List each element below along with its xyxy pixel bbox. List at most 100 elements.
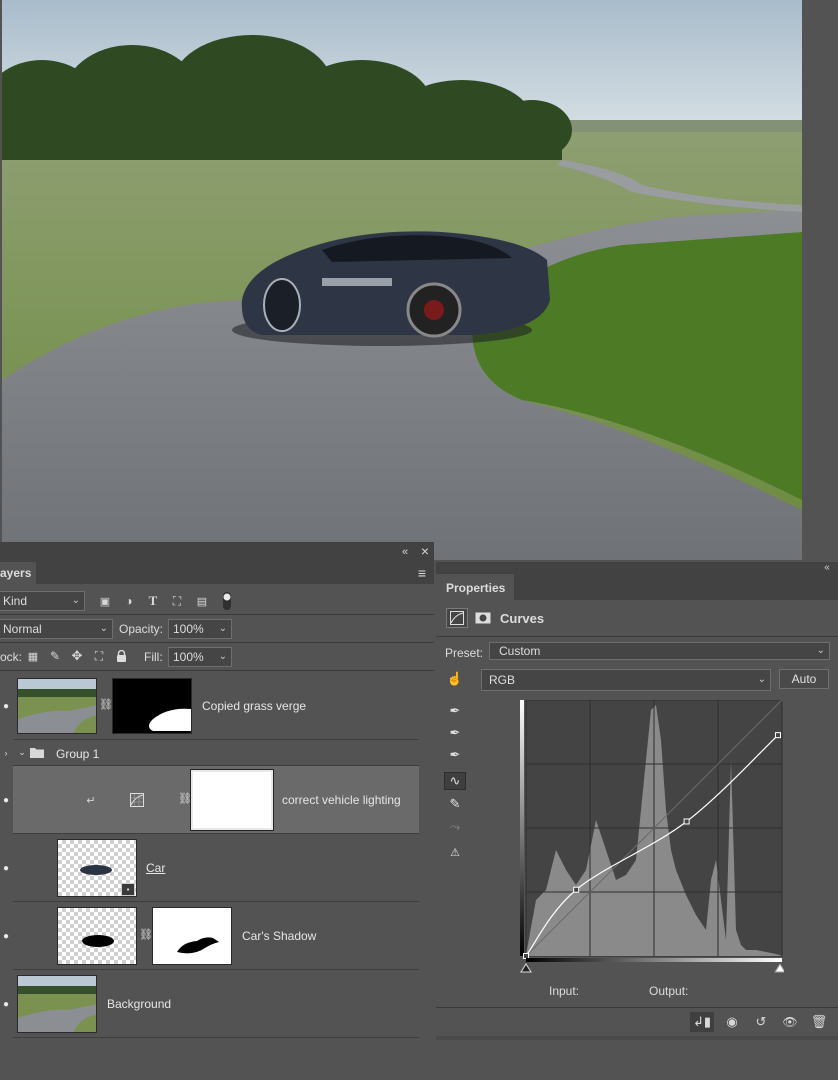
chain-link-icon[interactable]: ⛓ (178, 792, 192, 805)
collapse-icon[interactable]: « (820, 561, 834, 573)
folder-icon (29, 745, 45, 759)
clip-to-layer-icon[interactable]: ↲▮ (690, 1012, 714, 1032)
fill-field[interactable]: 100% ⌄ (168, 647, 232, 667)
fill-label: Fill: (144, 650, 163, 664)
filter-pixel-icon[interactable]: ▣ (98, 594, 112, 608)
lock-artboard-icon[interactable]: ⛶ (92, 649, 106, 663)
curve-point[interactable] (774, 732, 781, 739)
chevron-down-icon: ⌄ (218, 623, 227, 634)
sample-gray-point-icon[interactable]: ✒ (444, 724, 466, 742)
pencil-draw-icon[interactable]: ✎ (444, 795, 466, 813)
panel-menu-icon[interactable]: ≡ (414, 565, 430, 581)
layer-mask-thumbnail[interactable] (152, 907, 232, 965)
smart-object-icon: ▪ (121, 883, 135, 896)
channel-value: RGB (489, 673, 516, 687)
tab-properties-label: Properties (446, 581, 506, 595)
canvas-photo[interactable] (2, 0, 802, 560)
output-label: Output: (649, 984, 689, 998)
preset-dropdown[interactable]: Custom ⌄ (489, 642, 830, 660)
filter-type-icon[interactable]: T (146, 593, 160, 608)
sample-black-point-icon[interactable]: ✒ (444, 702, 466, 720)
properties-tab-bar: Properties (436, 574, 838, 600)
eye-icon[interactable]: ● (0, 699, 12, 713)
preset-value: Custom (499, 644, 541, 658)
chevron-down-icon: ⌄ (816, 645, 825, 656)
sample-white-point-icon[interactable]: ✒ (444, 746, 466, 764)
layer-mask-thumbnail[interactable] (190, 769, 274, 831)
close-icon[interactable]: × (418, 543, 432, 559)
opacity-value: 100% (173, 622, 204, 636)
layer-thumbnail (17, 678, 97, 734)
curve-point[interactable] (683, 818, 690, 825)
chevron-right-icon[interactable]: › (1, 746, 11, 760)
layer-row-group-1[interactable]: › ⌄ Group 1 (5, 740, 419, 766)
eye-icon[interactable]: ● (0, 861, 12, 875)
layer-name[interactable]: Copied grass verge (202, 699, 306, 713)
layer-row-copied-grass-verge[interactable]: ● ⛓ Copied grass verge (3, 672, 419, 740)
chevron-down-icon[interactable]: ⌄ (16, 745, 28, 759)
input-gradient-bar (526, 958, 782, 962)
targeted-adjustment-icon[interactable]: ☝ (444, 670, 466, 688)
clipping-mask-icon: ↵ (86, 794, 96, 807)
eye-icon[interactable]: ● (0, 793, 12, 807)
filter-shape-icon[interactable]: ⛶ (170, 594, 184, 608)
filter-smart-object-icon[interactable]: ▤ (195, 594, 209, 608)
filter-toggle-icon[interactable] (222, 591, 232, 611)
chain-link-icon[interactable]: ⛓ (99, 698, 113, 711)
output-gradient-bar (520, 700, 524, 956)
lock-position-icon[interactable]: ✥ (70, 648, 84, 663)
curve-point[interactable] (523, 953, 529, 959)
chain-link-icon[interactable]: ⛓ (139, 928, 153, 941)
curves-adjustment-icon[interactable] (446, 608, 468, 628)
view-previous-state-icon[interactable]: ◉ (720, 1012, 744, 1032)
eye-icon[interactable]: ● (0, 997, 12, 1011)
tab-properties[interactable]: Properties (436, 574, 514, 600)
properties-panel: « Properties Curves Preset: Custom ⌄ ☝ R… (436, 562, 838, 1080)
layer-name[interactable]: Car's Shadow (242, 929, 316, 943)
lock-transparent-icon[interactable]: ▦ (26, 649, 40, 663)
opacity-label: Opacity: (119, 622, 164, 636)
blend-mode-dropdown[interactable]: Normal ⌄ (0, 619, 113, 639)
chevron-down-icon: ⌄ (99, 623, 108, 634)
input-label: Input: (549, 984, 580, 998)
filter-adjustment-icon[interactable]: ◑ (122, 594, 136, 608)
curve-point[interactable] (573, 886, 580, 893)
reset-icon[interactable]: ↺ (749, 1012, 773, 1032)
channel-dropdown[interactable]: RGB ⌄ (481, 669, 771, 691)
curve-edit-points-icon[interactable]: ∿ (444, 772, 466, 790)
trash-icon[interactable]: 🗑 (807, 1012, 831, 1032)
opacity-field[interactable]: 100% ⌄ (168, 619, 232, 639)
document-canvas[interactable] (0, 0, 838, 562)
white-point-slider[interactable] (774, 963, 784, 973)
filter-kind-value: Kind (3, 594, 28, 608)
layer-row-car[interactable]: ● ▪ Car (3, 834, 419, 902)
layer-row-cars-shadow[interactable]: ● ⛓ Car's Shadow (3, 902, 419, 970)
adjustment-title: Curves (500, 611, 545, 626)
black-point-slider[interactable] (520, 963, 532, 973)
blend-mode-value: Normal (3, 622, 42, 636)
layer-row-correct-vehicle-lighting[interactable]: ● ↵ ⛓ correct vehicle lighting (3, 766, 419, 834)
layer-name[interactable]: Background (107, 997, 171, 1011)
eye-icon[interactable]: 👁 (778, 1012, 802, 1032)
panel-resize-bar[interactable] (436, 1036, 838, 1040)
curves-graph[interactable] (520, 700, 784, 976)
tab-layers[interactable]: ayers (0, 562, 36, 584)
chevron-down-icon: ⌄ (71, 595, 80, 606)
lock-pixels-icon[interactable]: ✎ (48, 649, 62, 663)
layer-row-background[interactable]: ● Background (3, 970, 419, 1038)
eye-icon[interactable]: ● (0, 929, 12, 943)
auto-button[interactable]: Auto (779, 669, 829, 689)
layer-mask-icon[interactable] (472, 608, 494, 628)
clipping-warning-icon[interactable]: ⚠ (444, 843, 466, 861)
filter-kind-dropdown[interactable]: Kind ⌄ (0, 591, 85, 611)
layer-mask-thumbnail[interactable] (112, 678, 192, 734)
collapse-icon[interactable]: « (398, 545, 412, 559)
layer-name[interactable]: Group 1 (56, 747, 99, 761)
lock-all-icon[interactable] (114, 649, 128, 663)
layer-thumbnail (57, 907, 137, 965)
layer-name[interactable]: Car (146, 861, 165, 875)
chevron-down-icon: ⌄ (757, 674, 766, 685)
layer-name[interactable]: correct vehicle lighting (282, 793, 401, 807)
smooth-curve-icon[interactable]: ⤳ (444, 818, 466, 836)
tab-layers-label: ayers (0, 566, 32, 580)
